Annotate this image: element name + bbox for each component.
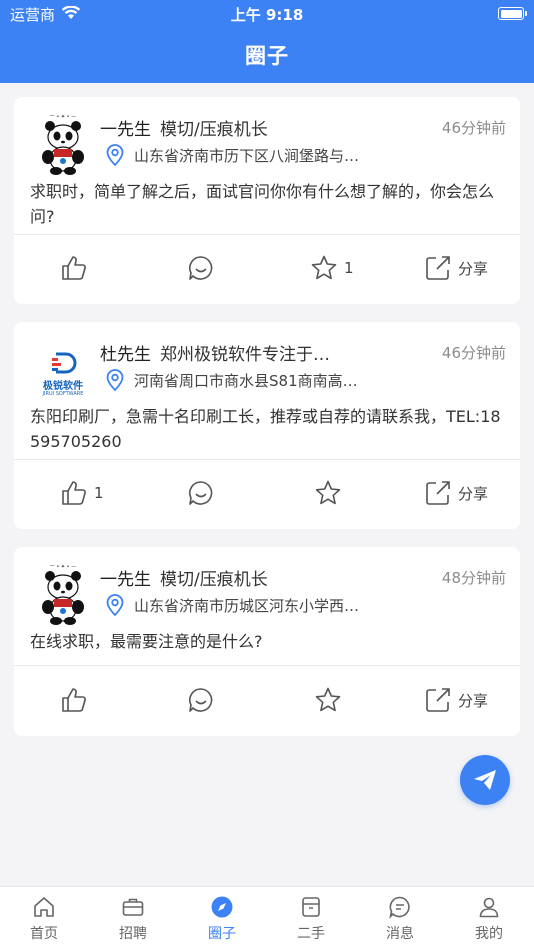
share-label: 分享 xyxy=(458,691,489,710)
post-content[interactable]: 求职时，简单了解之后，面试官问你你有什么想了解的，你会怎么问? xyxy=(30,179,506,229)
battery-icon xyxy=(498,7,527,20)
share-button[interactable]: 分享 xyxy=(424,685,488,715)
post-card[interactable]: 极锐软件 JIRUI SOFTWARE 杜先生 郑州极锐软件专注于… 46分钟前… xyxy=(14,322,520,529)
author-role: 模切/压痕机长 xyxy=(160,570,268,590)
jirui-logo[interactable]: 极锐软件 JIRUI SOFTWARE xyxy=(30,336,96,402)
briefcase-icon xyxy=(122,898,144,916)
share-button[interactable]: 分享 xyxy=(424,253,488,283)
tab-label: 消息 xyxy=(386,926,414,942)
compass-icon xyxy=(211,896,233,918)
top-bar: 运营商 上午 9:18 圈子 xyxy=(0,0,534,83)
star-icon xyxy=(315,687,341,712)
post-location: 山东省济南市历城区河东小学西… xyxy=(134,597,360,615)
share-label: 分享 xyxy=(458,484,489,503)
thumbs-up-icon xyxy=(62,256,86,280)
tab-label: 我的 xyxy=(475,926,503,942)
post-time: 46分钟前 xyxy=(441,344,506,362)
home-icon xyxy=(34,897,54,917)
box-icon xyxy=(302,897,320,917)
svg-text:一 • ✦ • —: 一 • ✦ • — xyxy=(50,114,76,120)
comment-button[interactable] xyxy=(187,685,215,715)
status-bar: 运营商 上午 9:18 xyxy=(0,0,534,28)
panda-avatar[interactable]: 一 • ✦ • — xyxy=(30,561,96,627)
tab-label: 二手 xyxy=(297,926,325,942)
panda-avatar[interactable]: 一 • ✦ • — xyxy=(30,111,96,177)
tab-label: 首页 xyxy=(30,926,58,942)
tab-label: 招聘 xyxy=(119,926,147,942)
post-location: 山东省济南市历下区八涧堡路与… xyxy=(134,147,360,165)
post-location: 河南省周口市商水县S81商南高… xyxy=(134,372,358,390)
tab-jobs[interactable]: 招聘 xyxy=(103,895,163,943)
status-time: 上午 9:18 xyxy=(230,6,304,24)
page-title: 圈子 xyxy=(245,44,289,68)
star-icon xyxy=(315,480,341,505)
share-button[interactable]: 分享 xyxy=(424,478,488,508)
tab-home[interactable]: 首页 xyxy=(14,895,74,943)
new-post-button[interactable] xyxy=(460,755,510,805)
comment-button[interactable] xyxy=(187,478,215,508)
divider xyxy=(14,459,520,460)
divider xyxy=(14,665,520,666)
author-role: 模切/压痕机长 xyxy=(160,120,268,140)
author-name[interactable]: 一先生 xyxy=(100,565,151,590)
favorite-button[interactable]: 1 xyxy=(310,253,354,283)
like-button[interactable] xyxy=(60,685,94,715)
post-card[interactable]: 一 • ✦ • — 一先生 模切/压痕机长 48分钟前 山东省济南市历城区河东小… xyxy=(14,547,520,736)
location-pin-icon xyxy=(106,144,124,167)
author-name[interactable]: 一先生 xyxy=(100,115,151,140)
divider xyxy=(14,234,520,235)
paper-plane-icon xyxy=(474,770,496,790)
like-button[interactable] xyxy=(60,253,94,283)
comment-icon xyxy=(189,481,213,505)
star-count: 1 xyxy=(344,259,354,277)
comment-icon xyxy=(189,256,213,280)
comment-button[interactable] xyxy=(187,253,215,283)
tab-bar: 首页 招聘 圈子 二手 消息 我的 xyxy=(0,886,534,950)
location-pin-icon xyxy=(106,369,124,392)
post-card[interactable]: 一 • ✦ • — 一先生 模切/压痕机长 46分钟前 山东省济南市历下区八涧堡… xyxy=(14,97,520,304)
logo-subtext: JIRUI SOFTWARE xyxy=(42,391,84,397)
person-icon xyxy=(479,897,499,918)
share-icon xyxy=(426,688,450,712)
star-icon xyxy=(311,255,337,280)
location-pin-icon xyxy=(106,594,124,617)
svg-text:一 • ✦ • —: 一 • ✦ • — xyxy=(50,564,76,570)
favorite-button[interactable] xyxy=(314,685,348,715)
logo-text: 极锐软件 xyxy=(43,381,83,392)
tab-secondhand[interactable]: 二手 xyxy=(281,895,341,943)
tab-label: 圈子 xyxy=(208,926,236,942)
comment-icon xyxy=(189,688,213,712)
like-button[interactable]: 1 xyxy=(60,478,104,508)
message-icon xyxy=(389,896,410,919)
favorite-button[interactable] xyxy=(314,478,348,508)
tab-circle[interactable]: 圈子 xyxy=(192,895,252,943)
post-content[interactable]: 东阳印刷厂，急需十名印刷工长，推荐或自荐的请联系我，TEL:1859570526… xyxy=(30,404,506,454)
like-count: 1 xyxy=(94,484,104,502)
author-name[interactable]: 杜先生 xyxy=(100,340,151,365)
share-icon xyxy=(426,256,450,280)
share-label: 分享 xyxy=(458,259,489,278)
post-content[interactable]: 在线求职，最需要注意的是什么? xyxy=(30,629,506,654)
thumbs-up-icon xyxy=(62,481,86,505)
post-time: 46分钟前 xyxy=(441,119,506,137)
tab-me[interactable]: 我的 xyxy=(459,895,519,943)
share-icon xyxy=(426,481,450,505)
author-role: 郑州极锐软件专注于… xyxy=(160,345,330,365)
post-time: 48分钟前 xyxy=(441,569,506,587)
tab-messages[interactable]: 消息 xyxy=(370,895,430,943)
thumbs-up-icon xyxy=(62,688,86,712)
